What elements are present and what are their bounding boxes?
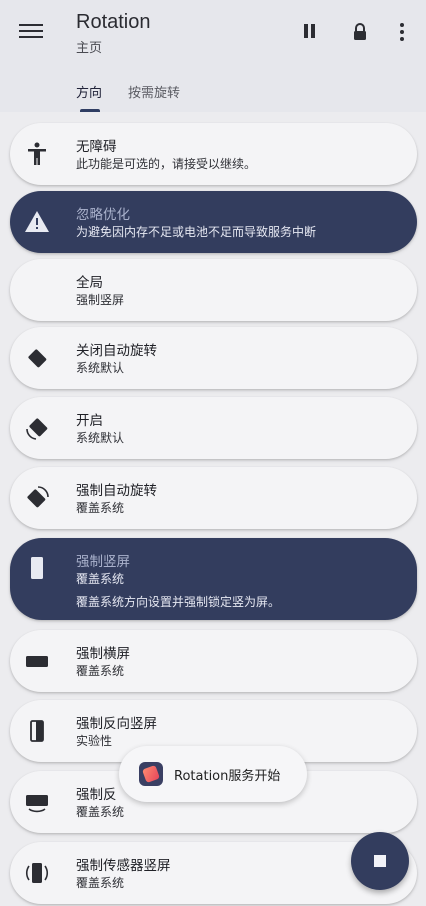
card-subtitle: 覆盖系统 [76, 876, 125, 890]
stop-service-button[interactable] [351, 832, 409, 890]
force-auto-rotate-icon [24, 485, 50, 511]
sensor-portrait-icon [24, 860, 50, 886]
card-auto-rotate-on[interactable]: 开启 系统默认 [10, 397, 417, 459]
card-title: 开启 [76, 413, 103, 429]
card-subtitle: 系统默认 [76, 431, 125, 445]
card-ignore-optimization[interactable]: 忽略优化 为避免因内存不足或电池不足而导致服务中断 [10, 191, 417, 253]
card-title: 忽略优化 [76, 207, 130, 223]
pause-icon[interactable] [300, 21, 322, 43]
portrait-icon [24, 555, 50, 581]
card-title: 关闭自动旋转 [76, 343, 157, 359]
app-icon [139, 762, 163, 786]
tab-indicator [80, 109, 100, 112]
card-subtitle: 为避免因内存不足或电池不足而导致服务中断 [76, 225, 317, 239]
card-subtitle: 覆盖系统 [76, 572, 125, 586]
lock-icon[interactable] [349, 21, 371, 43]
card-accessibility[interactable]: 无障碍 此功能是可选的，请接受以继续。 [10, 123, 417, 185]
reverse-landscape-icon [24, 789, 50, 815]
warning-icon [24, 209, 50, 235]
card-force-auto-rotate[interactable]: 强制自动旋转 覆盖系统 [10, 467, 417, 529]
card-title: 强制横屏 [76, 646, 130, 662]
menu-icon[interactable] [18, 20, 44, 44]
reverse-portrait-icon [24, 718, 50, 744]
card-title: 强制竖屏 [76, 554, 130, 570]
card-rotation-off[interactable]: 关闭自动旋转 系统默认 [10, 327, 417, 389]
auto-rotate-icon [24, 415, 50, 441]
card-title: 强制反向竖屏 [76, 716, 157, 732]
card-subtitle: 强制竖屏 [76, 293, 125, 307]
card-subtitle: 实验性 [76, 734, 113, 748]
card-title: 强制传感器竖屏 [76, 858, 171, 874]
card-title: 无障碍 [76, 139, 117, 155]
card-subtitle: 覆盖系统 [76, 664, 125, 678]
app-bar: Rotation 主页 方向 按需旋转 [0, 0, 426, 112]
card-subtitle: 系统默认 [76, 361, 125, 375]
card-title: 全局 [76, 275, 103, 291]
toast-text: Rotation服务开始 [174, 769, 281, 784]
landscape-icon [24, 648, 50, 674]
tab-direction[interactable]: 方向 [76, 82, 102, 101]
card-force-landscape[interactable]: 强制横屏 覆盖系统 [10, 630, 417, 692]
card-force-portrait[interactable]: 强制竖屏 覆盖系统 覆盖系统方向设置并强制锁定竖为屏。 [10, 538, 417, 620]
card-subtitle: 此功能是可选的，请接受以继续。 [76, 157, 257, 171]
accessibility-icon [24, 141, 50, 167]
card-title: 强制自动旋转 [76, 483, 157, 499]
toast: Rotation服务开始 [119, 746, 307, 802]
app-title: Rotation [76, 11, 151, 33]
rotation-off-icon [24, 345, 50, 371]
stop-icon [374, 855, 386, 867]
card-title: 强制反 [76, 787, 117, 803]
more-options-icon[interactable] [392, 21, 412, 43]
card-subtitle: 覆盖系统 [76, 805, 125, 819]
tab-on-demand-rotation[interactable]: 按需旋转 [128, 82, 180, 101]
card-subtitle: 覆盖系统 [76, 501, 125, 515]
card-detail: 覆盖系统方向设置并强制锁定竖为屏。 [76, 595, 281, 609]
app-subtitle: 主页 [76, 41, 103, 56]
card-global[interactable]: 全局 强制竖屏 [10, 259, 417, 321]
